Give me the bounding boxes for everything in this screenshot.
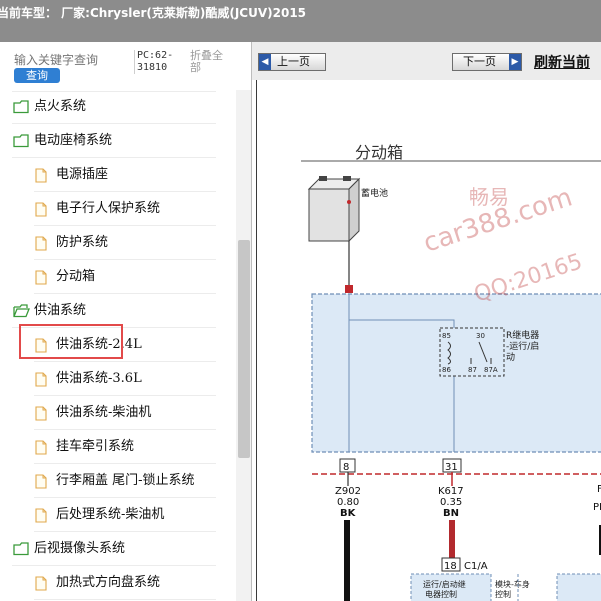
wiring-diagram-page: 分动箱 蓄电池 85 30 86 87 87A R继电器 -运行/启 动 8 Z…	[256, 80, 601, 601]
svg-text:PI: PI	[593, 502, 601, 513]
tree-doc-liftgate-lock[interactable]: 行李厢盖 尾门-锁止系统	[34, 464, 216, 498]
svg-text:0.80: 0.80	[337, 497, 359, 508]
tree-item-label: 分动箱	[56, 269, 96, 284]
brown-wire	[449, 520, 455, 558]
svg-text:85: 85	[442, 332, 451, 340]
document-icon	[35, 508, 47, 523]
svg-text:模块-车身: 模块-车身	[495, 579, 530, 589]
tree-doc-trailer-tow[interactable]: 挂车牵引系统	[34, 430, 216, 464]
splice-point	[345, 285, 353, 293]
open-folder-icon	[13, 304, 30, 318]
arrow-right-icon: ▶	[509, 54, 521, 70]
folder-icon	[13, 100, 29, 114]
tree-item-label: 电动座椅系统	[34, 133, 113, 148]
selected-item-highlight	[19, 324, 123, 359]
tree-item-label: 供油系统-3.6L	[56, 371, 142, 386]
prev-page-label: 上一页	[277, 55, 310, 68]
watermark: 畅易 car388.com QQ:20165	[420, 182, 586, 307]
tree-item-label: 行李厢盖 尾门-锁止系统	[56, 473, 195, 488]
battery-icon	[307, 176, 361, 243]
tree-item-label: 供油系统-柴油机	[56, 405, 152, 420]
pc-code: PC:62-31810	[134, 50, 184, 74]
tree-folder-rear-camera[interactable]: 后视摄像头系统	[12, 532, 216, 566]
tree-item-label: 挂车牵引系统	[56, 439, 135, 454]
tree-doc-protection-system[interactable]: 防护系统	[34, 226, 216, 260]
document-pane: ◀ 上一页 下一页 ▶ 刷新当前 分动箱 蓄电池 85 30 86 87 87A…	[252, 42, 601, 601]
document-icon	[35, 576, 47, 591]
tree-doc-pedestrian-protection[interactable]: 电子行人保护系统	[34, 192, 216, 226]
tree-folder-ignition[interactable]: 点火系统	[12, 90, 216, 124]
next-page-button[interactable]: 下一页 ▶	[452, 53, 522, 71]
svg-text:F: F	[597, 484, 601, 495]
left-wire-id: Z902	[335, 486, 361, 497]
tree-folder-power-seats[interactable]: 电动座椅系统	[12, 124, 216, 158]
document-icon	[35, 168, 47, 183]
next-page-label: 下一页	[463, 55, 496, 68]
document-icon	[35, 406, 47, 421]
svg-text:-运行/启: -运行/启	[506, 340, 539, 352]
relay-label: R继电器	[506, 329, 539, 341]
tree-doc-fuel-3-6l[interactable]: 供油系统-3.6L	[34, 362, 216, 396]
refresh-current-label: 刷新当前	[534, 55, 590, 71]
svg-text:BK: BK	[340, 508, 357, 519]
wiring-diagram: 分动箱 蓄电池 85 30 86 87 87A R继电器 -运行/启 动 8 Z…	[301, 143, 601, 601]
tree-item-label: 防护系统	[56, 235, 109, 250]
document-toolbar: ◀ 上一页 下一页 ▶ 刷新当前	[252, 42, 601, 80]
sidebar: 查询 PC:62-31810 折叠全部 点火系统 电动座椅系统 电源插座 电子行…	[0, 42, 252, 601]
mid-wire-id: K617	[438, 486, 464, 497]
svg-text:控制: 控制	[495, 589, 511, 599]
svg-text:运行/启动继: 运行/启动继	[423, 579, 466, 589]
window-title: 当前车型： 厂家:Chrysler(克莱斯勒)酷威(JCUV)2015	[0, 6, 307, 20]
search-input[interactable]	[14, 52, 126, 68]
folder-icon	[13, 542, 29, 556]
collapse-all-link[interactable]: 折叠全部	[190, 50, 230, 74]
tree-doc-aftertreatment-diesel[interactable]: 后处理系统-柴油机	[34, 498, 216, 532]
refresh-current-link[interactable]: 刷新当前	[534, 52, 590, 72]
tree-item-label: 电源插座	[56, 167, 109, 182]
svg-text:18: 18	[444, 561, 457, 572]
document-icon	[35, 236, 47, 251]
tree-folder-fuel-system[interactable]: 供油系统	[12, 294, 216, 328]
svg-text:86: 86	[442, 366, 451, 374]
svg-text:BN: BN	[443, 508, 459, 519]
tree-item-label: 后处理系统-柴油机	[56, 507, 165, 522]
tree-doc-transfer-case[interactable]: 分动箱	[34, 260, 216, 294]
svg-text:87A: 87A	[484, 366, 498, 374]
prev-page-button[interactable]: ◀ 上一页	[258, 53, 326, 71]
tree-item-label: 点火系统	[34, 99, 87, 114]
search-button[interactable]: 查询	[14, 68, 60, 83]
tree-doc-fuel-diesel[interactable]: 供油系统-柴油机	[34, 396, 216, 430]
search-row: 查询 PC:62-31810 折叠全部	[0, 42, 251, 90]
battery-label: 蓄电池	[361, 187, 388, 199]
category-tree: 点火系统 电动座椅系统 电源插座 电子行人保护系统 防护系统 分动箱 供油系统	[0, 90, 236, 601]
black-wire	[344, 520, 350, 601]
window-title-bar: 当前车型： 厂家:Chrysler(克莱斯勒)酷威(JCUV)2015	[0, 0, 601, 42]
svg-text:电器控制: 电器控制	[425, 589, 457, 599]
arrow-left-icon: ◀	[259, 54, 271, 70]
tree-item-label: 后视摄像头系统	[34, 541, 126, 556]
document-icon	[35, 202, 47, 217]
svg-text:0.35: 0.35	[440, 497, 462, 508]
document-icon	[35, 440, 47, 455]
tree-item-label: 电子行人保护系统	[56, 201, 161, 216]
tree-item-label: 加热式方向盘系统	[56, 575, 161, 590]
folder-icon	[13, 134, 29, 148]
tree-doc-heated-steering[interactable]: 加热式方向盘系统	[34, 566, 216, 600]
tree-item-label: 供油系统	[34, 303, 87, 318]
svg-text:C1/A: C1/A	[464, 561, 488, 572]
svg-text:30: 30	[476, 332, 485, 340]
sidebar-scrollbar-thumb[interactable]	[238, 240, 250, 458]
svg-text:8: 8	[343, 462, 349, 473]
svg-text:动: 动	[506, 352, 515, 363]
document-icon	[35, 270, 47, 285]
svg-text:87: 87	[468, 366, 477, 374]
tree-doc-power-outlet[interactable]: 电源插座	[34, 158, 216, 192]
diagram-title: 分动箱	[355, 143, 403, 162]
document-icon	[35, 372, 47, 387]
svg-text:31: 31	[445, 462, 458, 473]
document-icon	[35, 474, 47, 489]
